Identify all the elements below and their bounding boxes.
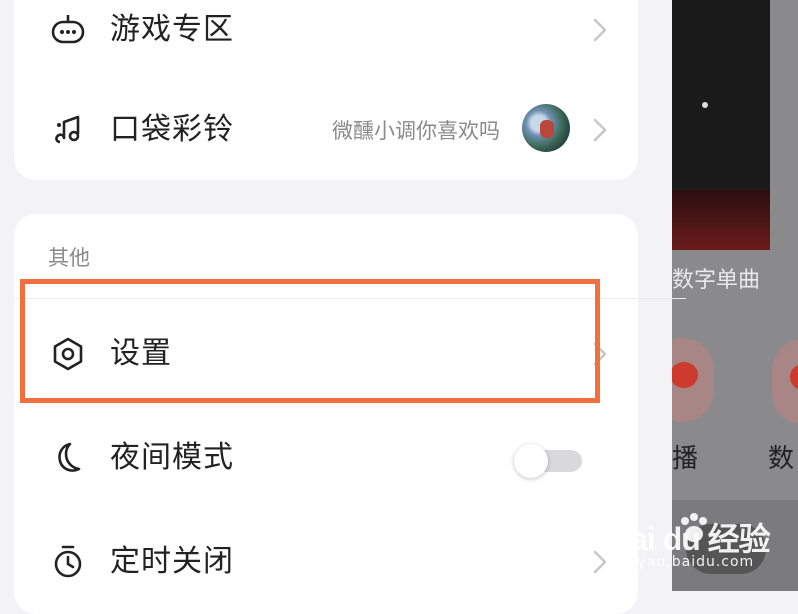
side-drawer: 游戏专区 口袋彩铃 微醺小调你喜欢吗 其他 设置 夜间模式 定时关闭	[0, 0, 686, 614]
section-divider	[14, 298, 686, 299]
menu-item-label: 设置	[110, 336, 172, 371]
menu-card-top: 游戏专区 口袋彩铃 微醺小调你喜欢吗	[14, 0, 638, 180]
chevron-right-icon	[593, 342, 607, 366]
ringtone-subtext: 微醺小调你喜欢吗	[332, 119, 500, 143]
paw-logo-icon	[681, 513, 707, 542]
watermark-url: jingyan.baidu.com	[608, 554, 755, 570]
night-mode-toggle[interactable]	[514, 444, 582, 478]
menu-item-pocket-ringtone[interactable]: 口袋彩铃 微醺小调你喜欢吗	[14, 90, 638, 170]
moon-icon	[58, 442, 81, 472]
background-card-label: 数字单曲	[672, 268, 761, 293]
menu-item-label: 游戏专区	[110, 12, 234, 47]
chevron-right-icon	[593, 550, 607, 574]
music-note-icon	[55, 115, 80, 144]
baidu-watermark: Bai du 经验 jingyan.baidu.com	[608, 508, 798, 588]
chevron-right-icon	[593, 118, 607, 142]
menu-item-sleep-timer[interactable]: 定时关闭	[14, 522, 638, 602]
toggle-knob	[514, 444, 548, 478]
menu-item-night-mode: 夜间模式	[14, 418, 638, 498]
menu-card-other: 其他 设置 夜间模式 定时关闭	[14, 214, 686, 614]
timer-icon	[54, 545, 82, 578]
chevron-right-icon	[593, 18, 607, 42]
background-label-left: 播	[672, 444, 699, 474]
settings-hexagon-icon	[53, 337, 83, 371]
menu-item-label: 夜间模式	[110, 440, 234, 475]
section-title-other: 其他	[48, 246, 90, 270]
menu-item-label: 口袋彩铃	[110, 112, 234, 147]
menu-item-label: 定时关闭	[110, 544, 234, 579]
background-label-right: 数	[768, 444, 795, 474]
gamepad-icon	[51, 15, 85, 44]
background-album-thumbnail	[672, 0, 770, 250]
menu-item-settings[interactable]: 设置	[14, 314, 638, 394]
menu-item-game-zone[interactable]: 游戏专区	[14, 0, 638, 70]
ringtone-cover-avatar	[522, 104, 570, 152]
